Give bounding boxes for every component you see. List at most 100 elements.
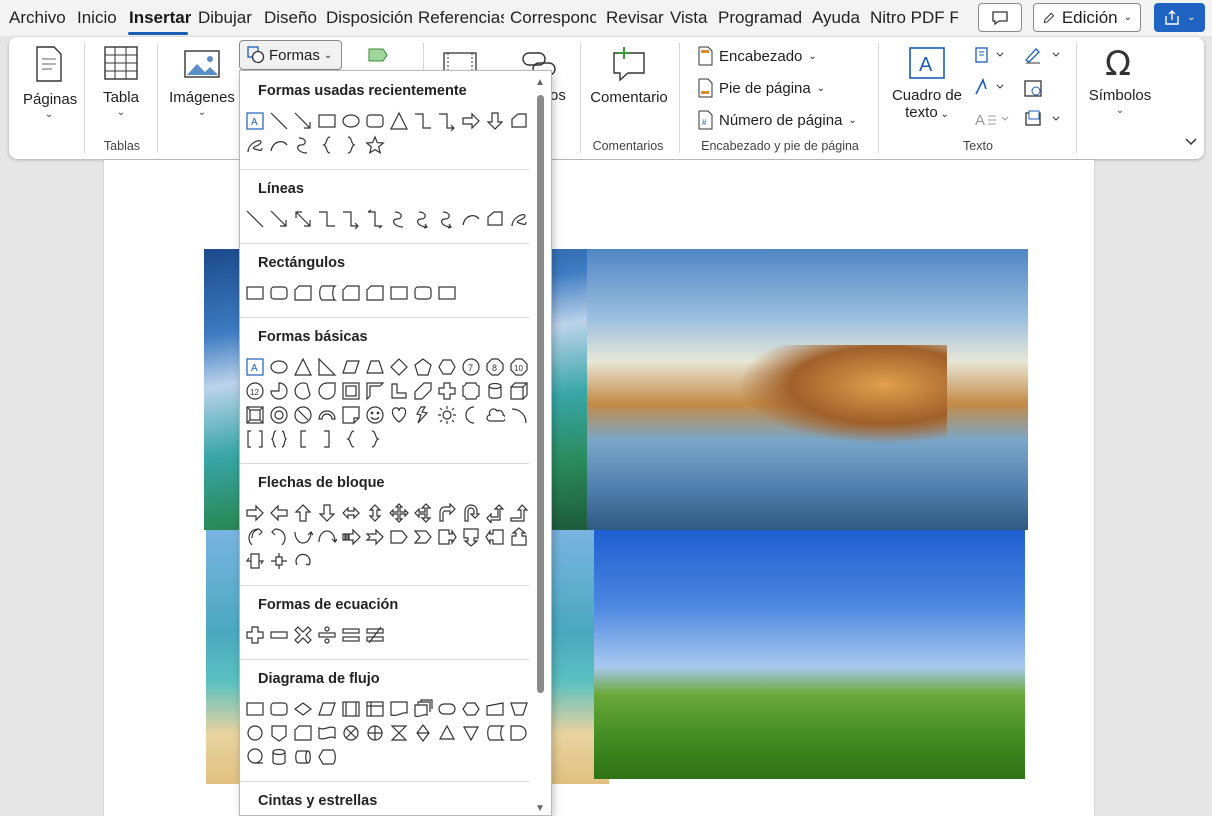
shape-striped-icon[interactable]: [339, 525, 363, 549]
shape-arrowline-icon[interactable]: [267, 207, 291, 231]
shape-curvedU-icon[interactable]: [291, 525, 315, 549]
shape-pent-icon[interactable]: [411, 355, 435, 379]
shape-fdelay-icon[interactable]: [507, 721, 531, 745]
shape-calloutLR-icon[interactable]: [243, 549, 267, 573]
shape-rect-icon[interactable]: [435, 281, 459, 305]
tab-nitro-pdf[interactable]: Nitro PDF F: [870, 8, 958, 28]
shapes-button[interactable]: Formas ⌄: [239, 40, 342, 70]
shape-folded-icon[interactable]: [339, 403, 363, 427]
shape-trap-icon[interactable]: [363, 355, 387, 379]
shape-fsum-icon[interactable]: [339, 721, 363, 745]
tab-inicio[interactable]: Inicio: [77, 8, 122, 28]
shape-fsort-icon[interactable]: [411, 721, 435, 745]
shape-elbowarrow-icon[interactable]: [339, 207, 363, 231]
scroll-up-icon[interactable]: ▲: [535, 77, 545, 88]
shape-freeform-icon[interactable]: [507, 109, 531, 133]
shape-oct8-icon[interactable]: 8: [483, 355, 507, 379]
page-number-button[interactable]: # Número de página ⌄: [697, 110, 857, 130]
shape-arrowUD-icon[interactable]: [363, 501, 387, 525]
shape-scribble-icon[interactable]: [243, 133, 267, 157]
shape-arc-icon[interactable]: [459, 207, 483, 231]
shape-for-icon[interactable]: [363, 721, 387, 745]
shape-moon-icon[interactable]: [459, 403, 483, 427]
shape-brace-icon[interactable]: [315, 133, 339, 157]
shape-minus-icon[interactable]: [267, 623, 291, 647]
shape-elbow-icon[interactable]: [315, 207, 339, 231]
shape-cross-icon[interactable]: [435, 379, 459, 403]
shape-calloutL-icon[interactable]: [483, 525, 507, 549]
shape-blockarc-icon[interactable]: [315, 403, 339, 427]
shape-rect-icon[interactable]: [243, 281, 267, 305]
shape-cloud-icon[interactable]: [483, 403, 507, 427]
shape-fmerge-icon[interactable]: [459, 721, 483, 745]
shape-rect-icon[interactable]: [315, 109, 339, 133]
shape-textbox-icon[interactable]: A: [243, 355, 267, 379]
shape-arc-icon[interactable]: [267, 133, 291, 157]
shape-arrowD-icon[interactable]: [315, 501, 339, 525]
editing-mode-button[interactable]: Edición ⌄: [1033, 3, 1141, 32]
shape-calloutD-icon[interactable]: [459, 525, 483, 549]
shape-hept-icon[interactable]: 7: [459, 355, 483, 379]
tab-dibujar[interactable]: Dibujar: [198, 8, 256, 28]
gallery-scrollbar[interactable]: ▲ ▼: [535, 77, 545, 814]
shape-fmag-icon[interactable]: [267, 745, 291, 769]
photo-green-hill[interactable]: [594, 530, 1025, 779]
tab-disposicion[interactable]: Disposición: [326, 8, 412, 28]
shape-rrect-icon[interactable]: [267, 281, 291, 305]
shape-noteq-icon[interactable]: [363, 623, 387, 647]
object-icon[interactable]: [1023, 110, 1063, 128]
header-button[interactable]: Encabezado ⌄: [697, 46, 817, 66]
shape-brace-icon[interactable]: [339, 427, 363, 451]
shape-rect-icon[interactable]: [387, 281, 411, 305]
shape-scribble-icon[interactable]: [507, 207, 531, 231]
shape-curvedR-icon[interactable]: [243, 525, 267, 549]
shape-elbowarrow-icon[interactable]: [435, 109, 459, 133]
shape-curve-icon[interactable]: [387, 207, 411, 231]
shape-smiley-icon[interactable]: [363, 403, 387, 427]
shape-finternal-icon[interactable]: [363, 697, 387, 721]
shape-diag-icon[interactable]: [411, 379, 435, 403]
shape-curvearrow-icon[interactable]: [411, 207, 435, 231]
scroll-thumb[interactable]: [537, 95, 544, 693]
shape-fdisplay-icon[interactable]: [315, 745, 339, 769]
shape-fmultidoc-icon[interactable]: [411, 697, 435, 721]
shape-rrect-icon[interactable]: [363, 109, 387, 133]
shape-elbow-icon[interactable]: [411, 109, 435, 133]
comments-button[interactable]: [978, 3, 1022, 32]
shape-para-icon[interactable]: [339, 355, 363, 379]
shape-foffpage-icon[interactable]: [267, 721, 291, 745]
text-box-button[interactable]: A Cuadro de texto ⌄: [887, 45, 967, 121]
shape-arrowline-icon[interactable]: [291, 109, 315, 133]
shape-arrowLeftUp-icon[interactable]: [483, 501, 507, 525]
table-button[interactable]: Tabla ⌄: [99, 45, 143, 118]
shape-sun-icon[interactable]: [435, 403, 459, 427]
date-time-icon[interactable]: [1023, 78, 1043, 98]
shape-mult-icon[interactable]: [291, 623, 315, 647]
wordart-icon[interactable]: [973, 78, 1007, 96]
shape-bolt-icon[interactable]: [411, 403, 435, 427]
shape-braceR-icon[interactable]: [363, 427, 387, 451]
shape-fcard-icon[interactable]: [339, 281, 363, 305]
shape-bracesPair-icon[interactable]: [267, 427, 291, 451]
shape-tri-icon[interactable]: [387, 109, 411, 133]
shape-curvedD-icon[interactable]: [315, 525, 339, 549]
comment-button[interactable]: Comentario: [587, 45, 671, 106]
shape-elbowdbl-icon[interactable]: [363, 207, 387, 231]
shape-arrowUturn-icon[interactable]: [459, 501, 483, 525]
shape-line-icon[interactable]: [267, 109, 291, 133]
shape-oval-icon[interactable]: [339, 109, 363, 133]
shape-fdata-icon[interactable]: [315, 697, 339, 721]
tab-ayuda[interactable]: Ayuda: [812, 8, 862, 28]
shape-braceR-icon[interactable]: [339, 133, 363, 157]
shape-fmanop-icon[interactable]: [507, 697, 531, 721]
shape-plaque-icon[interactable]: [459, 379, 483, 403]
shape-donut-icon[interactable]: [267, 403, 291, 427]
shape-fconn-icon[interactable]: [243, 721, 267, 745]
shape-star-icon[interactable]: [363, 133, 387, 157]
shape-dblarrow-icon[interactable]: [291, 207, 315, 231]
collapse-ribbon-icon[interactable]: [1184, 137, 1198, 147]
shape-tear-icon[interactable]: [315, 379, 339, 403]
shape-arrowD-icon[interactable]: [483, 109, 507, 133]
shape-fcard-icon[interactable]: [291, 721, 315, 745]
shape-arrowR-icon[interactable]: [243, 501, 267, 525]
